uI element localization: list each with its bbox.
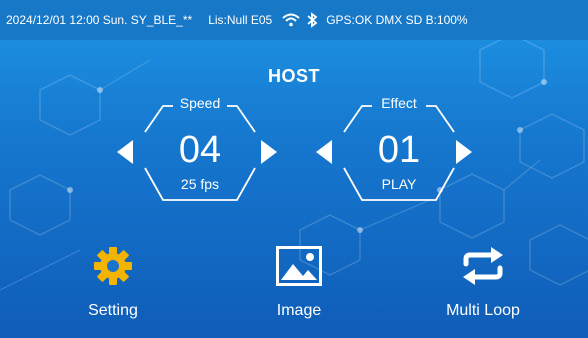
multi-loop-label: Multi Loop — [446, 302, 520, 319]
status-ble: SY_BLE_** — [130, 13, 193, 27]
effect-status: PLAY — [381, 176, 417, 192]
effect-decrease-arrow-icon[interactable] — [316, 140, 332, 164]
effect-increase-arrow-icon[interactable] — [456, 140, 472, 164]
wifi-icon — [282, 13, 300, 27]
page-title: HOST — [267, 66, 320, 86]
speed-value: 04 — [178, 129, 222, 171]
loop-icon — [463, 247, 503, 285]
speed-label: Speed — [179, 95, 221, 111]
status-bar: 2024/12/01 12:00 Sun. SY_BLE_** Lis:Null… — [0, 0, 588, 40]
speed-fps: 25 fps — [180, 176, 220, 192]
setting-label: Setting — [88, 302, 138, 319]
speed-increase-arrow-icon[interactable] — [261, 140, 277, 164]
speed-decrease-arrow-icon[interactable] — [117, 140, 133, 164]
status-lis: Lis:Null E05 — [208, 13, 273, 27]
gear-icon — [94, 247, 132, 285]
speed-panel: Speed 04 25 fps — [141, 92, 259, 208]
image-icon — [276, 246, 322, 286]
bluetooth-icon — [307, 12, 318, 28]
status-right: GPS:OK DMX SD B:100% — [326, 13, 468, 27]
status-datetime: 2024/12/01 12:00 Sun. — [6, 13, 128, 27]
effect-label: Effect — [381, 95, 417, 111]
effect-value: 01 — [377, 129, 421, 171]
setting-button[interactable]: Setting — [53, 244, 173, 334]
effect-panel: Effect 01 PLAY — [340, 92, 458, 208]
image-label: Image — [276, 302, 322, 319]
image-button[interactable]: Image — [239, 244, 359, 334]
multi-loop-button[interactable]: Multi Loop — [423, 244, 543, 334]
